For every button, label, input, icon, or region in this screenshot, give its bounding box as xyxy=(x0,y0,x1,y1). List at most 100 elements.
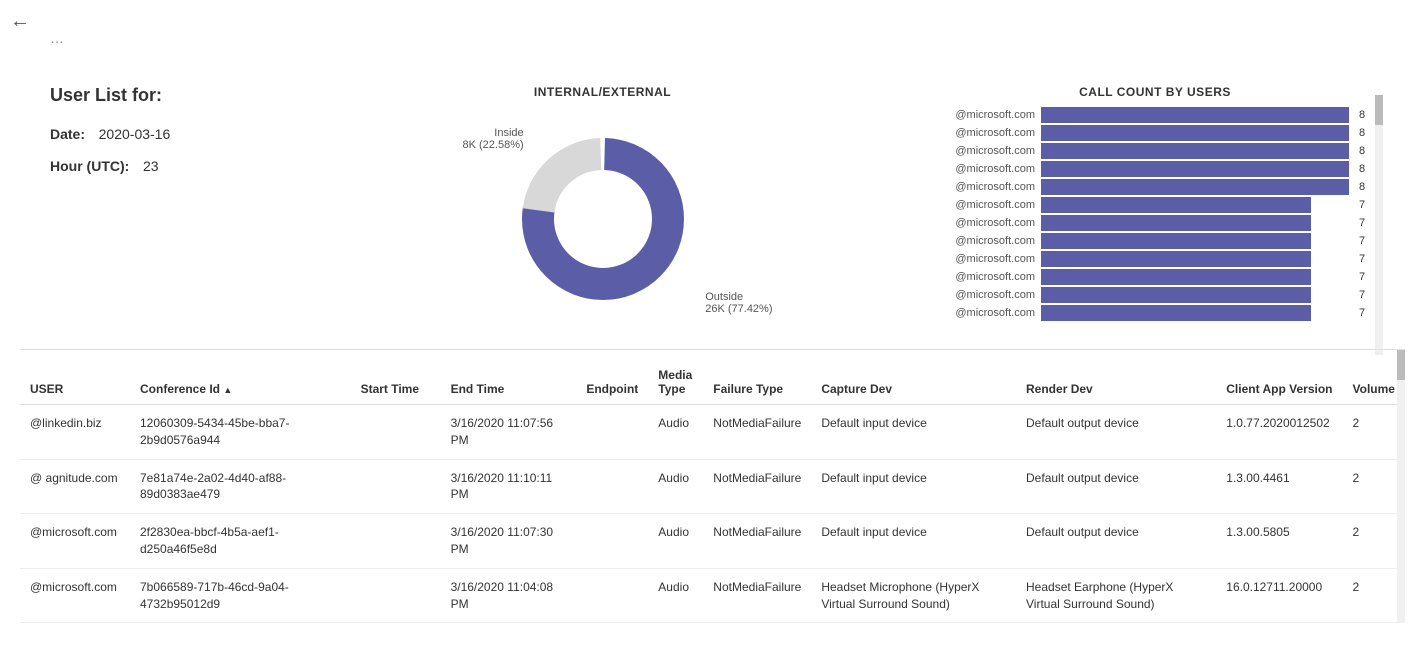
donut-panel: INTERNAL/EXTERNAL Inside 8K (22.58%) Out… xyxy=(290,75,915,329)
donut-chart xyxy=(513,129,693,309)
table-cell: 1.3.00.5805 xyxy=(1216,514,1342,569)
bar-value: 7 xyxy=(1359,271,1375,283)
bar-label: @microsoft.com xyxy=(935,289,1035,301)
table-cell: 3/16/2020 11:07:56 PM xyxy=(441,405,577,460)
bar-track xyxy=(1041,197,1349,213)
bar-row: @microsoft.com 8 xyxy=(935,161,1375,177)
back-button[interactable]: ← xyxy=(10,10,30,33)
bar-row: @microsoft.com 7 xyxy=(935,251,1375,267)
col-endpoint: Endpoint xyxy=(576,360,648,405)
table-cell xyxy=(351,459,441,514)
table-cell: Default input device xyxy=(811,459,1016,514)
bar-chart: @microsoft.com 8 @microsoft.com 8 @microsoft… xyxy=(935,107,1375,321)
bar-fill xyxy=(1041,143,1349,159)
bar-track xyxy=(1041,125,1349,141)
ellipsis: … xyxy=(50,30,64,46)
table-cell xyxy=(576,514,648,569)
bar-row: @microsoft.com 7 xyxy=(935,215,1375,231)
bar-fill xyxy=(1041,161,1349,177)
table-cell: 2 xyxy=(1343,514,1405,569)
bar-label: @microsoft.com xyxy=(935,307,1035,319)
bar-track xyxy=(1041,179,1349,195)
col-render-dev: Render Dev xyxy=(1016,360,1216,405)
bar-value: 8 xyxy=(1359,181,1375,193)
bar-panel: CALL COUNT BY USERS @microsoft.com8@micr… xyxy=(935,75,1375,329)
table-cell: 1.3.00.4461 xyxy=(1216,459,1342,514)
donut-title: INTERNAL/EXTERNAL xyxy=(534,85,671,99)
date-label: Date: xyxy=(50,126,85,142)
table-row: @microsoft.com7b066589-717b-46cd-9a04-47… xyxy=(20,568,1405,623)
bar-row: @microsoft.com8 xyxy=(935,125,1375,141)
col-conference-id[interactable]: Conference Id ▲ xyxy=(130,360,351,405)
table-cell: Default output device xyxy=(1016,405,1216,460)
bar-fill xyxy=(1041,107,1349,123)
bar-label: @microsoft.com xyxy=(935,217,1035,229)
inside-label: Inside 8K (22.58%) xyxy=(463,127,524,151)
bar-track xyxy=(1041,215,1349,231)
bar-fill xyxy=(1041,251,1311,267)
table-cell: Default input device xyxy=(811,514,1016,569)
bar-value: 8 xyxy=(1359,127,1375,139)
table-cell: Headset Microphone (HyperX Virtual Surro… xyxy=(811,568,1016,623)
bar-track xyxy=(1041,161,1349,177)
table-row: @microsoft.com2f2830ea-bbcf-4b5a-aef1-d2… xyxy=(20,514,1405,569)
bar-track xyxy=(1041,107,1349,123)
bar-track xyxy=(1041,269,1349,285)
bar-label: @microsoft.com xyxy=(935,163,1035,175)
table-cell: 12060309-5434-45be-bba7-2b9d0576a944 xyxy=(130,405,351,460)
table-cell: @microsoft.com xyxy=(20,514,130,569)
table-cell xyxy=(351,514,441,569)
table-row: @linkedin.biz12060309-5434-45be-bba7-2b9… xyxy=(20,405,1405,460)
table-cell: Audio xyxy=(648,514,703,569)
bar-fill xyxy=(1041,305,1311,321)
table-cell: 2 xyxy=(1343,568,1405,623)
bar-value: 7 xyxy=(1359,235,1375,247)
bar-value: 8 xyxy=(1359,145,1375,157)
table-cell xyxy=(351,568,441,623)
bar-track xyxy=(1041,305,1349,321)
bar-label: @microsoft.com xyxy=(935,181,1035,193)
table-body: @linkedin.biz12060309-5434-45be-bba7-2b9… xyxy=(20,405,1405,623)
bar-fill xyxy=(1041,125,1349,141)
table-cell: NotMediaFailure xyxy=(703,568,811,623)
bar-value: 7 xyxy=(1359,289,1375,301)
table-cell: Audio xyxy=(648,459,703,514)
table-cell: Default output device xyxy=(1016,459,1216,514)
bar-label: @microsoft.com xyxy=(935,109,1035,121)
table-cell: 1.0.77.2020012502 xyxy=(1216,405,1342,460)
bar-track xyxy=(1041,251,1349,267)
bar-row: @microsoft.com 8 xyxy=(935,179,1375,195)
bar-label: @microsoft.com xyxy=(935,199,1035,211)
bar-fill xyxy=(1041,179,1349,195)
bar-value: 7 xyxy=(1359,253,1375,265)
bar-fill xyxy=(1041,287,1311,303)
col-start-time: Start Time xyxy=(351,360,441,405)
data-table: USER Conference Id ▲ Start Time End Time… xyxy=(20,360,1405,623)
table-cell: Default output device xyxy=(1016,514,1216,569)
table-cell: Default input device xyxy=(811,405,1016,460)
table-cell: 2 xyxy=(1343,459,1405,514)
table-cell: NotMediaFailure xyxy=(703,514,811,569)
col-client-app-version: Client App Version xyxy=(1216,360,1342,405)
table-cell: @ agnitude.com xyxy=(20,459,130,514)
bar-label: @microsoft.com xyxy=(935,253,1035,265)
bar-value: 7 xyxy=(1359,199,1375,211)
bar-row: @microsoft.com7 xyxy=(935,269,1375,285)
hour-value: 23 xyxy=(143,158,159,174)
bar-fill xyxy=(1041,197,1311,213)
table-row: @ agnitude.com7e81a74e-2a02-4d40-af88-89… xyxy=(20,459,1405,514)
table-cell xyxy=(576,405,648,460)
info-panel: User List for: Date: 2020-03-16 Hour (UT… xyxy=(50,75,270,329)
bar-track xyxy=(1041,143,1349,159)
table-cell: 3/16/2020 11:04:08 PM xyxy=(441,568,577,623)
bar-row: @microsoft.com8 xyxy=(935,143,1375,159)
table-cell: Audio xyxy=(648,405,703,460)
col-capture-dev: Capture Dev xyxy=(811,360,1016,405)
bar-value: 7 xyxy=(1359,217,1375,229)
table-cell: 2f2830ea-bbcf-4b5a-aef1-d250a46f5e8d xyxy=(130,514,351,569)
bar-row: @microsoft.com 7 xyxy=(935,197,1375,213)
bar-label: @microsoft.com xyxy=(935,235,1035,247)
date-value: 2020-03-16 xyxy=(99,126,171,142)
table-cell: 2 xyxy=(1343,405,1405,460)
bar-value: 8 xyxy=(1359,163,1375,175)
